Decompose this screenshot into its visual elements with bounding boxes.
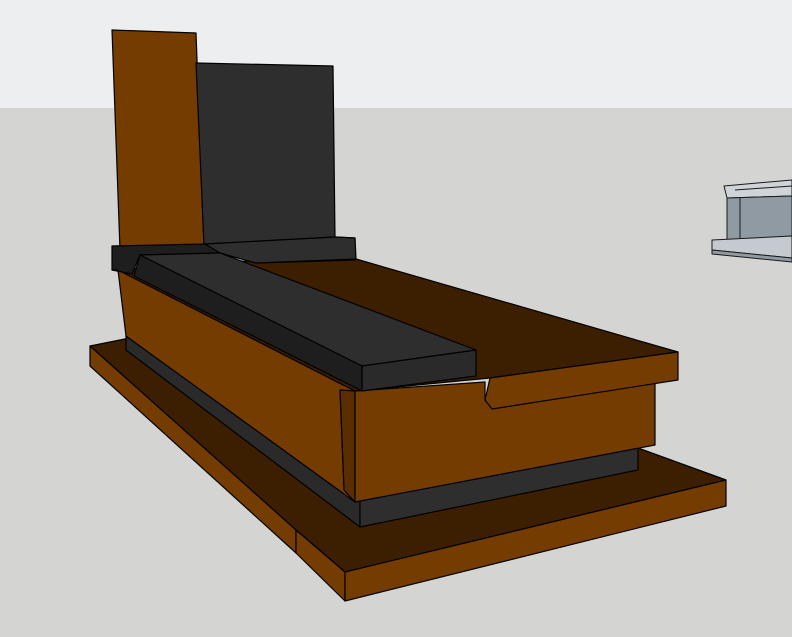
3d-scene[interactable] xyxy=(0,0,792,637)
modeling-viewport[interactable] xyxy=(0,0,792,637)
headstone-wood xyxy=(111,29,205,251)
headstone-stone xyxy=(195,62,336,246)
